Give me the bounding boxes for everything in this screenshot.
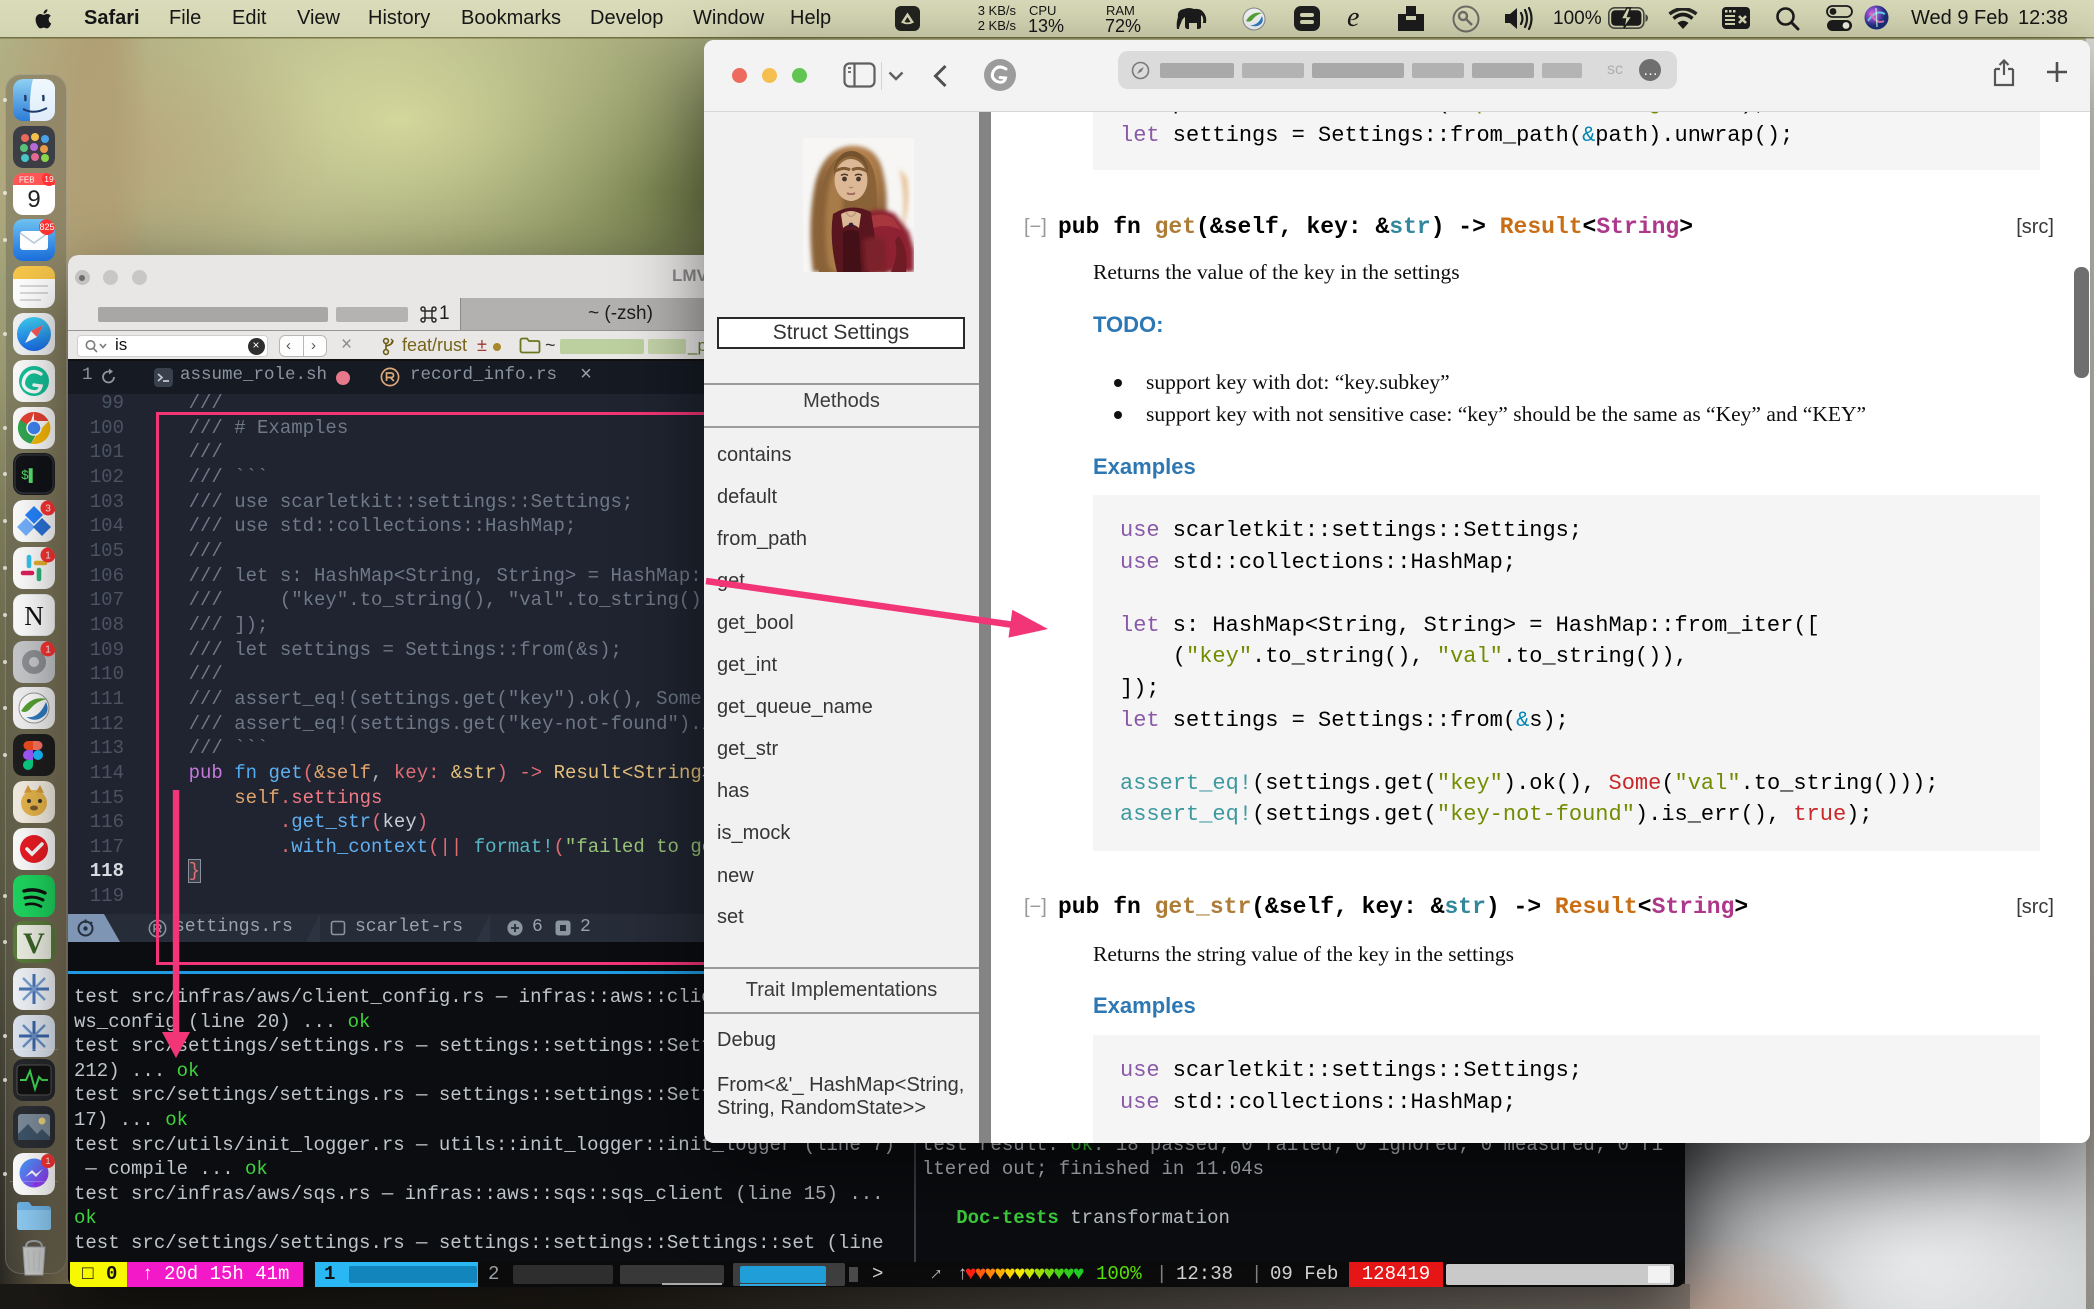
svg-text:1: 1 — [45, 645, 51, 656]
svg-text:1: 1 — [45, 551, 51, 562]
svg-text:N: N — [24, 601, 44, 631]
svg-text:3: 3 — [45, 504, 51, 515]
svg-text:$▌: $▌ — [21, 468, 37, 483]
svg-text:V: V — [23, 927, 45, 960]
svg-text:FEB: FEB — [19, 176, 35, 185]
svg-text:825: 825 — [39, 222, 54, 232]
svg-text:19: 19 — [44, 174, 54, 184]
svg-text:1: 1 — [45, 1156, 50, 1166]
svg-text:9: 9 — [27, 186, 40, 213]
